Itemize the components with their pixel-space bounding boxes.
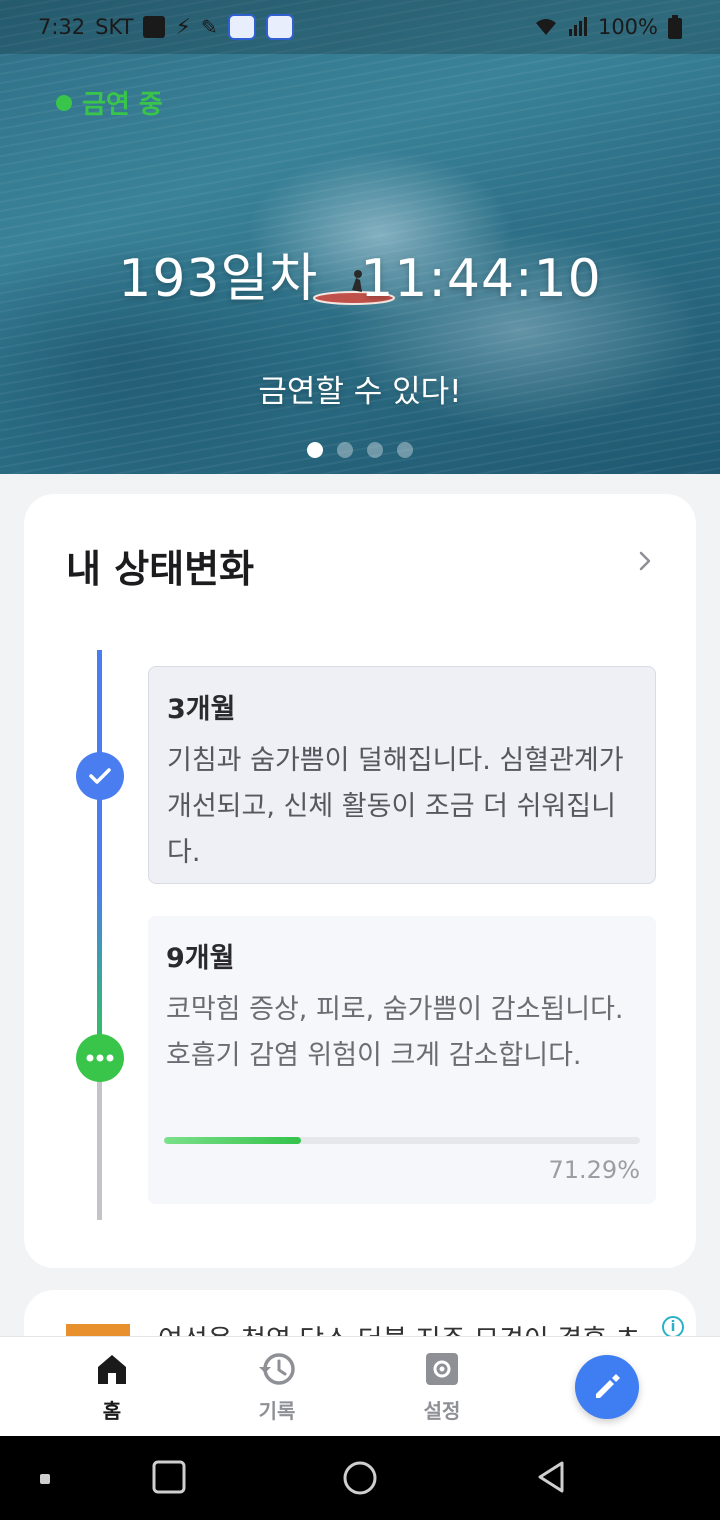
status-time: 7:32 xyxy=(38,15,86,39)
hero-banner[interactable]: 7:32 SKT ⚡ ✎ 100% 금연 중 193일차 11:44:10 금연할… xyxy=(0,0,720,474)
stage-progress-bar xyxy=(164,1137,640,1144)
app-notification-icon xyxy=(227,14,256,40)
bottom-navigation: 홈 기록 설정 xyxy=(0,1336,720,1436)
link-icon: ✎ xyxy=(200,15,218,39)
health-progress-card: 내 상태변화 3개월 기침과 숨가쁨이 덜해집니다. 심혈관계가 개선되고, 신… xyxy=(24,494,696,1268)
day-count: 193일차 xyxy=(118,249,319,309)
stage-in-progress-node xyxy=(76,1034,124,1082)
nav-label: 설정 xyxy=(423,1399,461,1423)
recents-dot-icon[interactable] xyxy=(40,1474,50,1484)
gear-icon xyxy=(426,1353,458,1385)
page-dot[interactable] xyxy=(397,442,413,458)
quit-status-label: 금연 중 xyxy=(82,90,163,120)
nav-label: 홈 xyxy=(102,1399,122,1423)
stage-description: 코막힘 증상, 피로, 숨가쁨이 감소됩니다. 호흡기 감염 위험이 크게 감소… xyxy=(166,994,624,1071)
square-icon[interactable] xyxy=(152,1460,186,1494)
ad-info-icon[interactable]: i xyxy=(662,1316,684,1338)
nav-item-settings[interactable]: 설정 xyxy=(392,1351,492,1424)
pencil-icon xyxy=(596,1374,620,1398)
stage-completed-node xyxy=(76,752,124,800)
write-record-button[interactable] xyxy=(575,1355,639,1419)
quit-duration-counter: 193일차 11:44:10 xyxy=(0,236,720,311)
wifi-icon xyxy=(535,19,556,35)
signal-off-icon: ⚡ xyxy=(175,14,191,40)
stage-description: 기침과 숨가쁨이 덜해집니다. 심혈관계가 개선되고, 신체 활동이 조금 더 … xyxy=(167,745,624,868)
stage-title: 9개월 xyxy=(166,943,235,974)
elapsed-timer: 11:44:10 xyxy=(360,249,602,309)
system-navigation-bar xyxy=(0,1436,720,1520)
battery-percent: 100% xyxy=(597,15,658,39)
stage-card-3-months: 3개월 기침과 숨가쁨이 덜해집니다. 심혈관계가 개선되고, 신체 활동이 조… xyxy=(148,666,656,884)
motivation-text: 금연할 수 있다! xyxy=(258,374,462,410)
stage-title: 3개월 xyxy=(167,694,236,725)
chevron-right-icon[interactable] xyxy=(634,550,656,572)
signal-icon xyxy=(568,17,587,36)
status-bar: 7:32 SKT ⚡ ✎ 100% xyxy=(0,0,720,54)
more-dots-icon xyxy=(86,1054,114,1062)
nav-label: 기록 xyxy=(258,1399,296,1423)
quit-status-badge: 금연 중 xyxy=(56,84,163,121)
history-icon xyxy=(259,1353,295,1385)
back-triangle-icon[interactable] xyxy=(534,1460,568,1494)
page-dot[interactable] xyxy=(337,442,353,458)
card-title: 내 상태변화 xyxy=(66,547,255,591)
page-dot[interactable] xyxy=(367,442,383,458)
page-dot[interactable] xyxy=(307,442,323,458)
timeline-line-completed xyxy=(97,650,102,1040)
check-icon xyxy=(89,768,111,784)
notification-icon xyxy=(143,16,166,38)
status-dot-icon xyxy=(56,94,72,111)
app-notification-icon xyxy=(265,14,294,40)
status-carrier: SKT xyxy=(95,15,134,39)
nav-item-home[interactable]: 홈 xyxy=(62,1351,162,1424)
home-circle-icon[interactable] xyxy=(342,1460,378,1496)
stage-progress-fill xyxy=(164,1137,301,1144)
stage-progress-percent: 71.29% xyxy=(548,1156,640,1184)
home-icon xyxy=(98,1355,126,1384)
nav-item-history[interactable]: 기록 xyxy=(227,1351,327,1424)
banner-page-indicator[interactable] xyxy=(0,442,720,458)
battery-icon xyxy=(668,15,682,39)
stage-card-9-months: 9개월 코막힘 증상, 피로, 숨가쁨이 감소됩니다. 호흡기 감염 위험이 크… xyxy=(148,916,656,1204)
